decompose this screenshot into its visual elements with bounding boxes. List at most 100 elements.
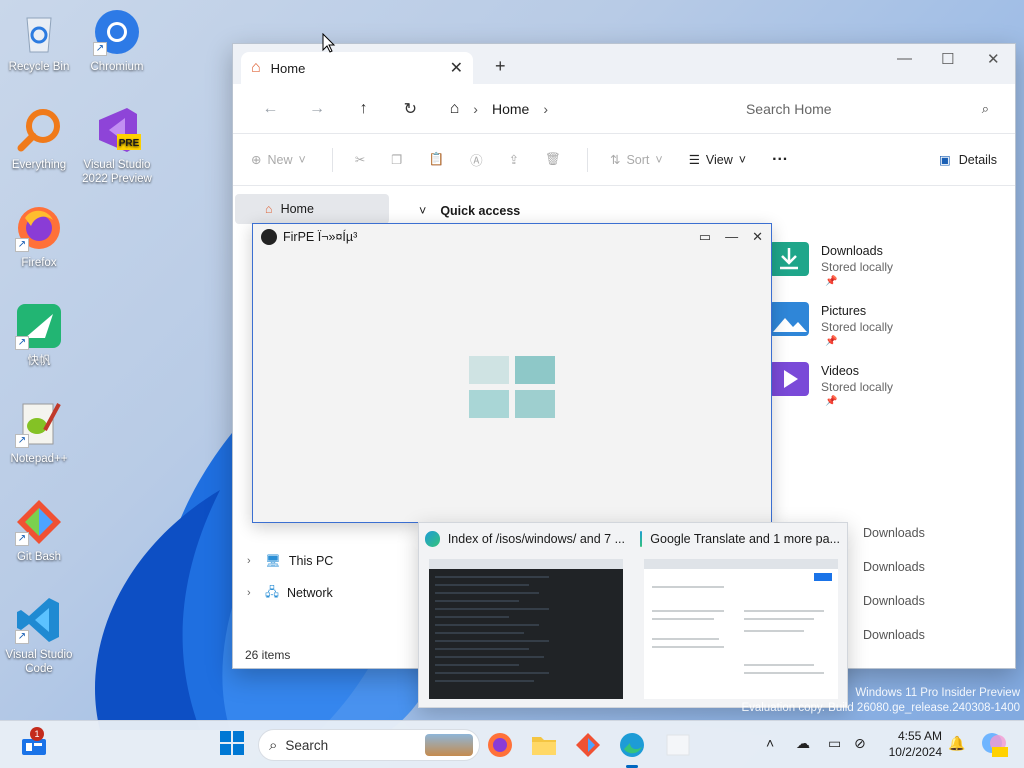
folder-downloads[interactable]: Downloads Stored locally 📌 [769, 240, 989, 292]
chevron-right-icon[interactable]: › [543, 101, 548, 117]
firefox-icon[interactable] [486, 731, 514, 759]
rename-icon[interactable]: Ⓐ [470, 150, 483, 169]
widgets-icon[interactable]: 1 [20, 727, 48, 759]
share-icon[interactable]: ⇪ [509, 152, 519, 167]
show-hidden-icons-chevron-icon[interactable]: ˄ [766, 735, 774, 751]
start-button[interactable] [220, 731, 248, 759]
tab-home[interactable]: ⌂ Home ✕ [241, 52, 473, 84]
cut-icon[interactable]: ✂ [355, 152, 365, 167]
desktop-icon-kuaifan[interactable]: ↗ 快帆 [0, 302, 78, 368]
preview-title: Google Translate and 1 more pa... [650, 532, 840, 546]
notepad-plus-plus-icon: ↗ [15, 400, 63, 448]
folder-videos[interactable]: Videos Stored locally 📌 [769, 360, 989, 412]
desktop-icon-notepad-plus-plus[interactable]: ↗ Notepad++ [0, 400, 78, 466]
kuaifan-icon: ↗ [15, 302, 63, 350]
network-icon: 🖧 [265, 584, 279, 599]
desktop-icon-label: Notepad++ [10, 453, 68, 465]
folder-pictures[interactable]: Pictures Stored locally 📌 [769, 300, 989, 352]
view-button[interactable]: ☰ View ˅ [689, 152, 746, 168]
new-tab-button[interactable]: + [495, 56, 506, 77]
desktop-icon-everything[interactable]: Everything [0, 106, 78, 172]
notification-badge: 1 [30, 727, 44, 741]
edge-icon[interactable] [618, 731, 646, 768]
sidebar-item-label: Home [280, 202, 314, 216]
sidebar-item-label: This PC [288, 554, 334, 568]
shortcut-arrow-icon: ↗ [93, 42, 107, 56]
vscode-icon: ↗ [15, 596, 63, 644]
desktop-icon-label: Visual Studio 2022 Preview [82, 159, 152, 185]
edge-icon [425, 531, 440, 547]
search-icon: ⌕ [981, 100, 989, 116]
up-arrow-icon[interactable]: ↑ [340, 100, 387, 118]
network-disconnected-icon[interactable]: ⊘ [854, 735, 866, 752]
desktop-icon-vscode[interactable]: ↗ Visual Studio Code [0, 596, 78, 676]
sidebar-item-this-pc[interactable]: › 🖥 This PC [235, 546, 389, 576]
onedrive-offline-icon[interactable]: ☁ [796, 735, 810, 752]
downloads-folder-icon [769, 242, 809, 276]
chevron-right-icon[interactable]: › [247, 587, 251, 599]
sidebar-item-home[interactable]: ⌂ Home [235, 194, 389, 224]
watermark-edition: Windows 11 Pro Insider Preview [855, 687, 1020, 699]
search-input[interactable]: Search Home ⌕ [733, 91, 1001, 126]
paste-icon[interactable]: 📋 [429, 152, 445, 167]
copilot-pre-icon[interactable] [980, 731, 1008, 759]
sort-button[interactable]: ⇅ Sort ˅ [610, 152, 663, 168]
new-button[interactable]: ⊕ New ˅ [251, 152, 306, 168]
watermark-build: Evaluation copy. Build 26080.ge_release.… [741, 702, 1020, 714]
firpe-splash-window: FirPE Ï¬»¤Íµ³ ▭ — ✕ [252, 223, 772, 523]
pre-badge: PRE [119, 138, 140, 149]
system-clock[interactable]: 4:55 AM 10/2/2024 [886, 728, 942, 760]
pin-window-icon[interactable]: ▭ [699, 229, 711, 245]
file-explorer-icon[interactable] [530, 731, 558, 759]
desktop-icon-git-bash[interactable]: ↗ Git Bash [0, 498, 78, 564]
videos-folder-icon [769, 362, 809, 396]
toolbar-divider [331, 147, 333, 172]
clock-date: 10/2/2024 [888, 745, 942, 759]
git-extensions-icon[interactable] [574, 731, 602, 759]
close-window-icon[interactable]: ✕ [987, 50, 1000, 68]
quick-access-header[interactable]: ˅ Quick access [419, 204, 520, 218]
details-pane-button[interactable]: ▣ Details [939, 152, 997, 168]
shortcut-arrow-icon: ↗ [15, 532, 29, 546]
breadcrumb-home[interactable]: Home [492, 101, 529, 117]
refresh-icon[interactable]: ↻ [387, 99, 434, 119]
firpe-title: FirPE Ï¬»¤Íµ³ [283, 230, 358, 244]
chromium-icon: ↗ [93, 8, 141, 56]
blank-app-icon[interactable] [664, 731, 692, 759]
minimize-icon[interactable]: — [725, 229, 738, 245]
pin-icon: 📌 [825, 276, 838, 287]
desktop-icon-chromium[interactable]: ↗ Chromium [78, 8, 156, 74]
desktop-icon-visual-studio[interactable]: PRE Visual Studio 2022 Preview [78, 106, 156, 186]
minimize-icon[interactable]: — [897, 50, 912, 67]
computer-icon: 🖥 [265, 553, 281, 568]
copy-icon[interactable]: ❐ [391, 152, 402, 167]
folder-status: Stored locally [821, 320, 894, 334]
taskbar-search-box[interactable]: ⌕ Search [258, 729, 480, 761]
desktop-icon-firefox[interactable]: ↗ Firefox [0, 204, 78, 270]
desktop-icon-label: Git Bash [16, 551, 62, 563]
maximize-icon[interactable]: ☐ [941, 50, 954, 68]
preview-window-2[interactable]: Google Translate and 1 more pa... [634, 523, 849, 709]
back-arrow-icon[interactable]: ← [247, 100, 294, 118]
notification-bell-icon[interactable]: 🔔 [948, 735, 965, 752]
close-icon[interactable]: ✕ [752, 229, 763, 245]
firefox-icon: ↗ [15, 204, 63, 252]
sort-label: Sort [626, 152, 650, 167]
address-bar[interactable]: ⌂ › Home › [442, 92, 724, 126]
desktop-icon-label: Visual Studio Code [5, 649, 73, 675]
close-tab-icon[interactable]: ✕ [450, 58, 463, 78]
desktop-icon-label: Recycle Bin [8, 61, 70, 73]
forward-arrow-icon[interactable]: → [294, 100, 341, 118]
chevron-right-icon[interactable]: › [247, 555, 251, 567]
shortcut-arrow-icon: ↗ [15, 336, 29, 350]
search-highlight-icon [425, 734, 473, 756]
edge-icon [640, 531, 643, 547]
navigation-bar: ← → ↑ ↻ ⌂ › Home › Search Home ⌕ [233, 84, 1015, 134]
display-icon[interactable]: ▭ [828, 735, 841, 752]
preview-window-1[interactable]: Index of /isos/windows/ and 7 ... [419, 523, 634, 709]
sidebar-item-network[interactable]: › 🖧 Network [235, 578, 389, 608]
desktop-icon-recycle-bin[interactable]: Recycle Bin [0, 8, 78, 74]
chevron-down-icon: ˅ [419, 204, 427, 218]
delete-icon[interactable]: 🗑 [545, 152, 561, 167]
more-options-button[interactable]: ··· [772, 151, 788, 169]
